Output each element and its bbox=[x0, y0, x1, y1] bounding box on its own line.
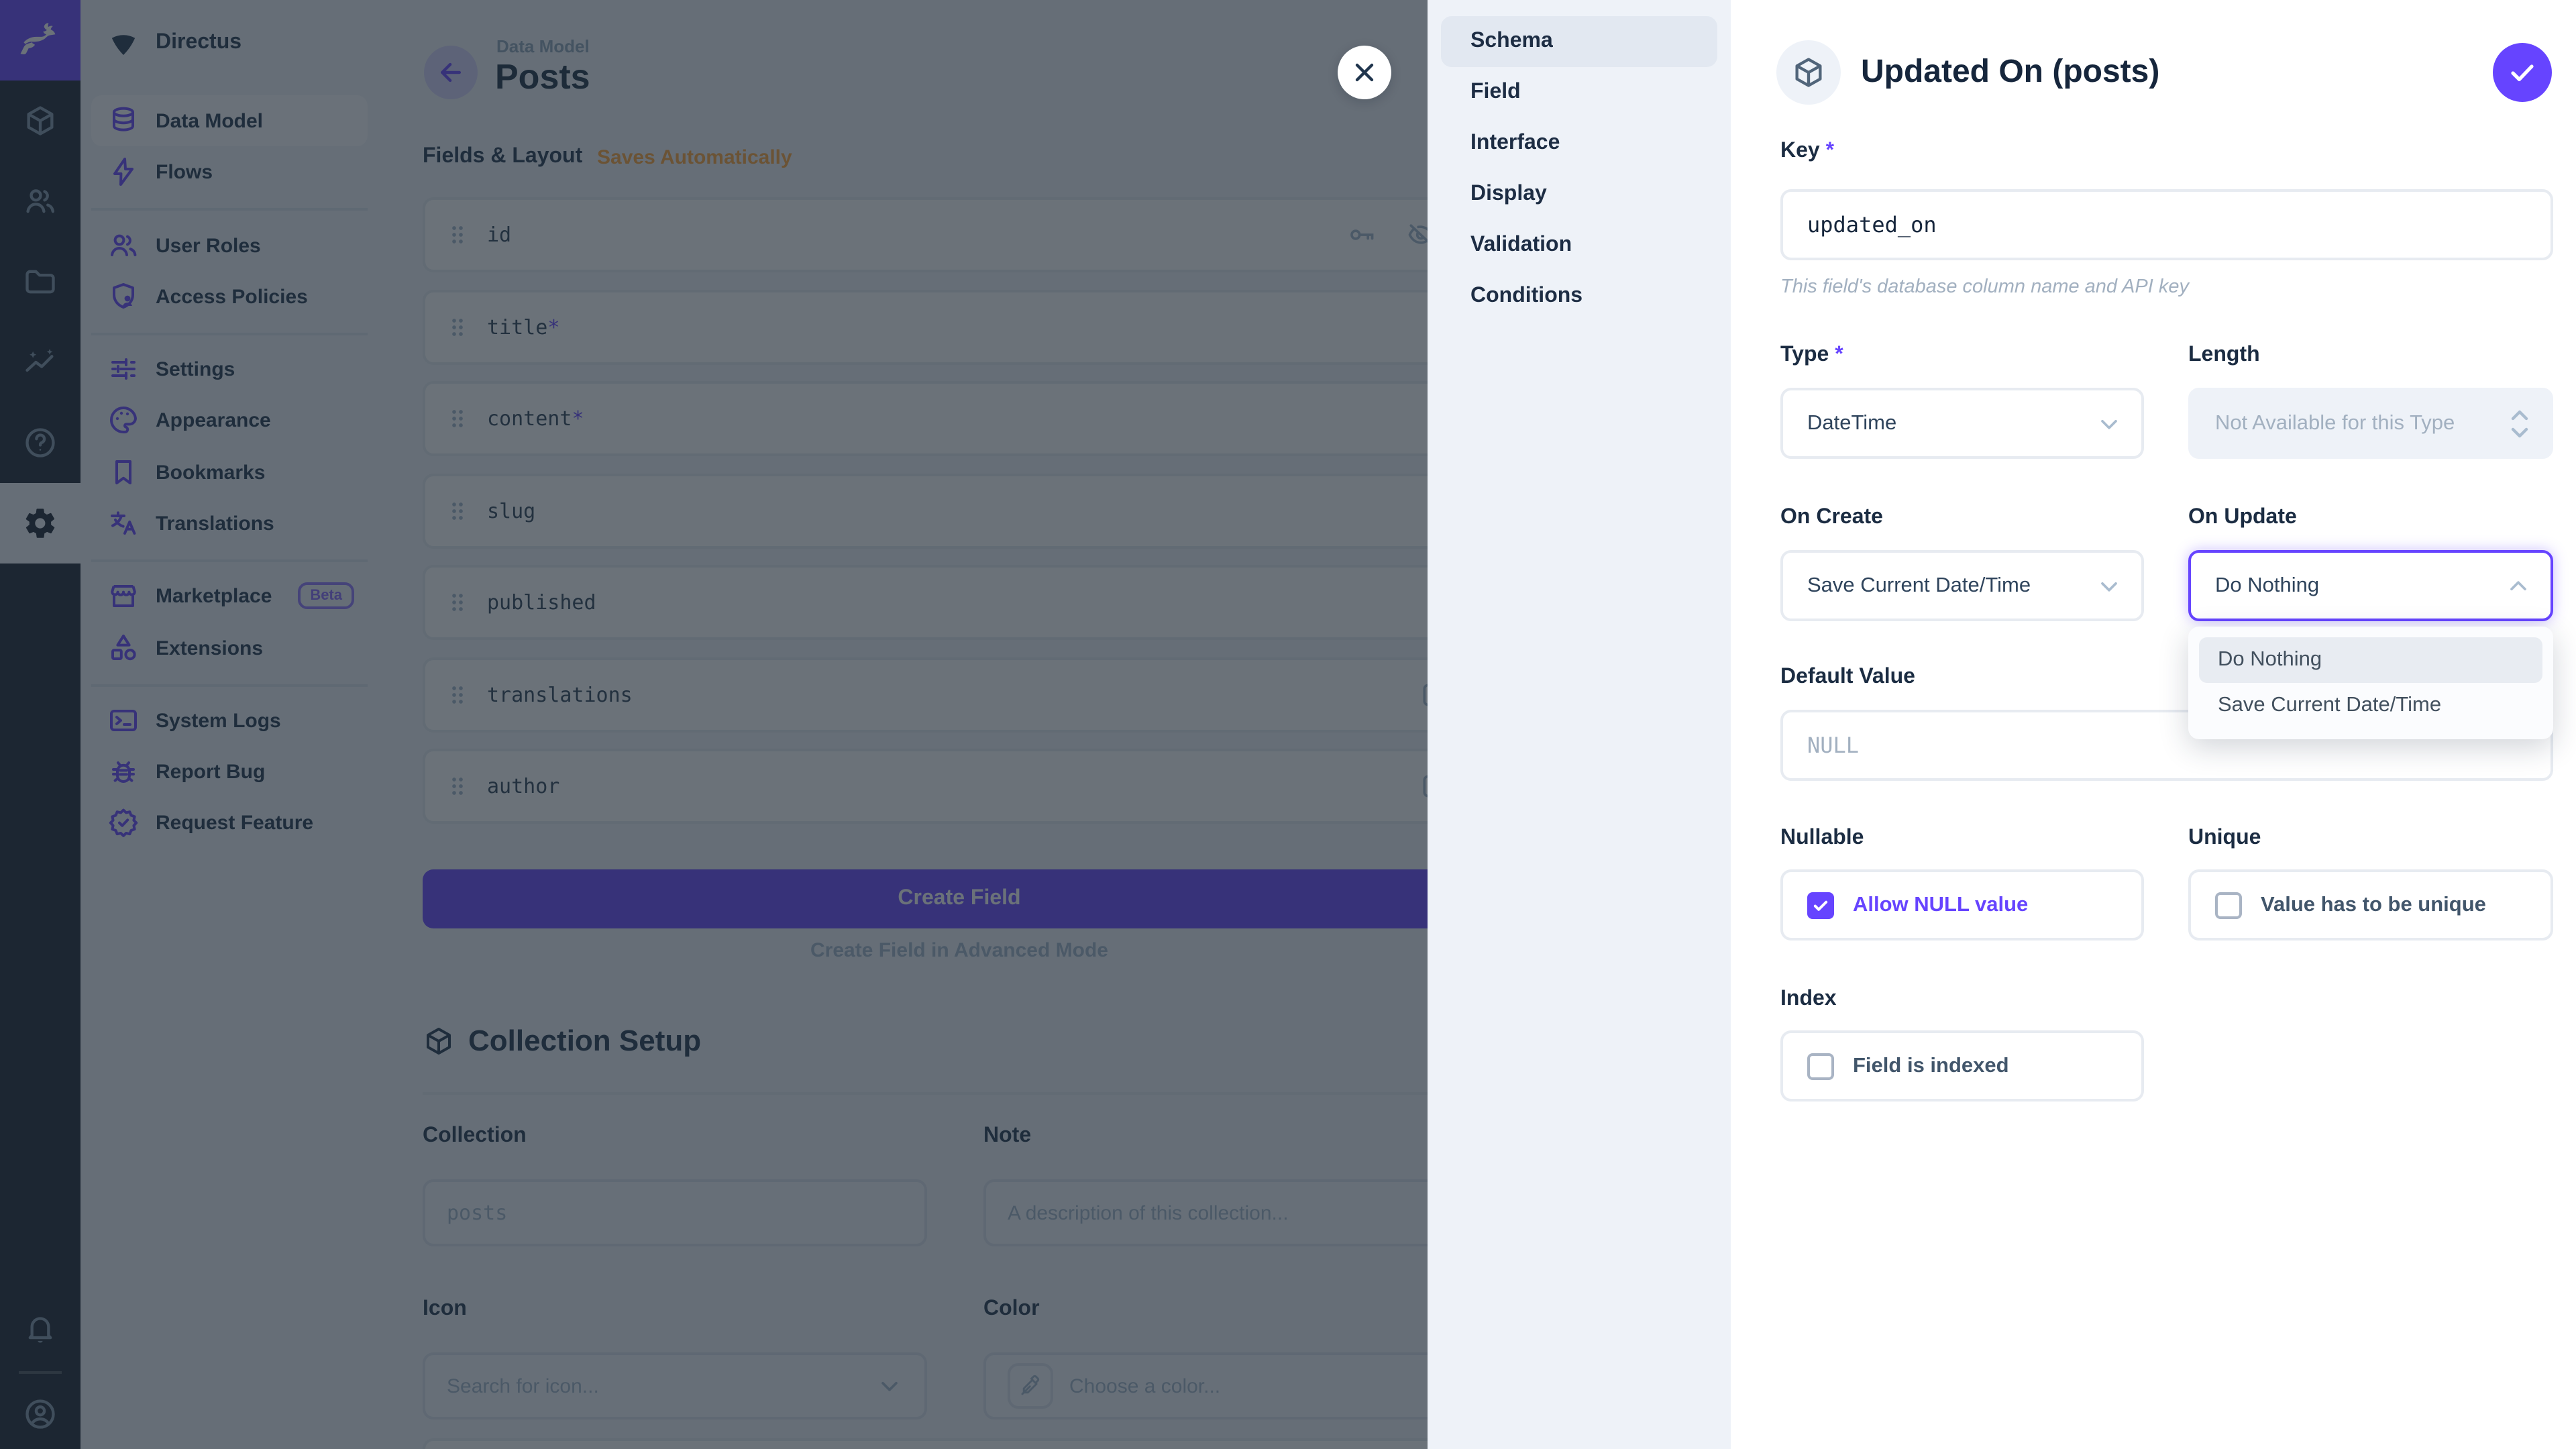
tab-display[interactable]: Display bbox=[1441, 169, 1717, 220]
field-type-icon-circle bbox=[1776, 40, 1841, 105]
required-mark: * bbox=[1835, 343, 1843, 366]
dropdown-option-do-nothing[interactable]: Do Nothing bbox=[2199, 637, 2542, 683]
required-mark: * bbox=[1826, 140, 1834, 162]
unique-label: Unique bbox=[2188, 826, 2261, 851]
overlay-scrim[interactable] bbox=[0, 0, 1428, 1449]
checkbox-checked-icon[interactable] bbox=[1807, 892, 1834, 918]
close-icon bbox=[1350, 58, 1379, 87]
on-create-label: On Create bbox=[1780, 506, 1883, 530]
unique-checkbox-field[interactable]: Value has to be unique bbox=[2188, 869, 2553, 941]
chevron-down-icon bbox=[2096, 572, 2123, 599]
on-update-select[interactable]: Do Nothing bbox=[2188, 550, 2553, 621]
close-drawer-button[interactable] bbox=[1338, 46, 1391, 99]
length-placeholder: Not Available for this Type bbox=[2215, 411, 2455, 435]
on-create-value: Save Current Date/Time bbox=[1807, 574, 2031, 598]
directus-app: Directus Data Model Flows User Roles Acc… bbox=[0, 0, 2576, 1449]
length-input: Not Available for this Type bbox=[2188, 388, 2553, 459]
box-icon bbox=[1791, 55, 1826, 90]
key-input[interactable] bbox=[1780, 189, 2553, 260]
tab-validation[interactable]: Validation bbox=[1441, 220, 1717, 271]
on-update-label: On Update bbox=[2188, 506, 2297, 530]
tab-field[interactable]: Field bbox=[1441, 67, 1717, 118]
tab-schema[interactable]: Schema bbox=[1441, 16, 1717, 67]
drawer-title: Updated On (posts) bbox=[1861, 54, 2159, 91]
type-value: DateTime bbox=[1807, 411, 1896, 435]
checkbox-unchecked-icon[interactable] bbox=[1807, 1053, 1834, 1079]
key-label: Key * bbox=[1780, 140, 1834, 164]
index-checkbox-field[interactable]: Field is indexed bbox=[1780, 1030, 2144, 1102]
chevron-down-icon bbox=[2096, 410, 2123, 437]
on-create-select[interactable]: Save Current Date/Time bbox=[1780, 550, 2144, 621]
drawer-content: Updated On (posts) Key * This field's da… bbox=[1731, 0, 2576, 1449]
key-value[interactable] bbox=[1807, 212, 2526, 237]
nullable-label: Nullable bbox=[1780, 826, 1864, 851]
field-drawer: Schema Field Interface Display Validatio… bbox=[1428, 0, 2576, 1449]
key-helper-note: This field's database column name and AP… bbox=[1780, 276, 2189, 298]
drawer-tab-list: Schema Field Interface Display Validatio… bbox=[1428, 0, 1731, 1449]
length-label: Length bbox=[2188, 343, 2260, 368]
chevron-up-icon bbox=[2505, 572, 2532, 599]
type-label: Type * bbox=[1780, 343, 1843, 368]
check-icon bbox=[2506, 56, 2538, 89]
type-select[interactable]: DateTime bbox=[1780, 388, 2144, 459]
tab-conditions[interactable]: Conditions bbox=[1441, 271, 1717, 322]
stepper-arrows-icon[interactable] bbox=[2508, 406, 2532, 441]
nullable-checkbox-field[interactable]: Allow NULL value bbox=[1780, 869, 2144, 941]
on-update-dropdown: Do Nothing Save Current Date/Time bbox=[2188, 627, 2553, 739]
on-update-value: Do Nothing bbox=[2215, 574, 2319, 598]
tab-interface[interactable]: Interface bbox=[1441, 118, 1717, 169]
save-button[interactable] bbox=[2493, 43, 2552, 102]
dropdown-option-save-current[interactable]: Save Current Date/Time bbox=[2199, 683, 2542, 729]
default-value-label: Default Value bbox=[1780, 665, 1915, 690]
checkbox-unchecked-icon[interactable] bbox=[2215, 892, 2242, 918]
index-label: Index bbox=[1780, 987, 1837, 1012]
